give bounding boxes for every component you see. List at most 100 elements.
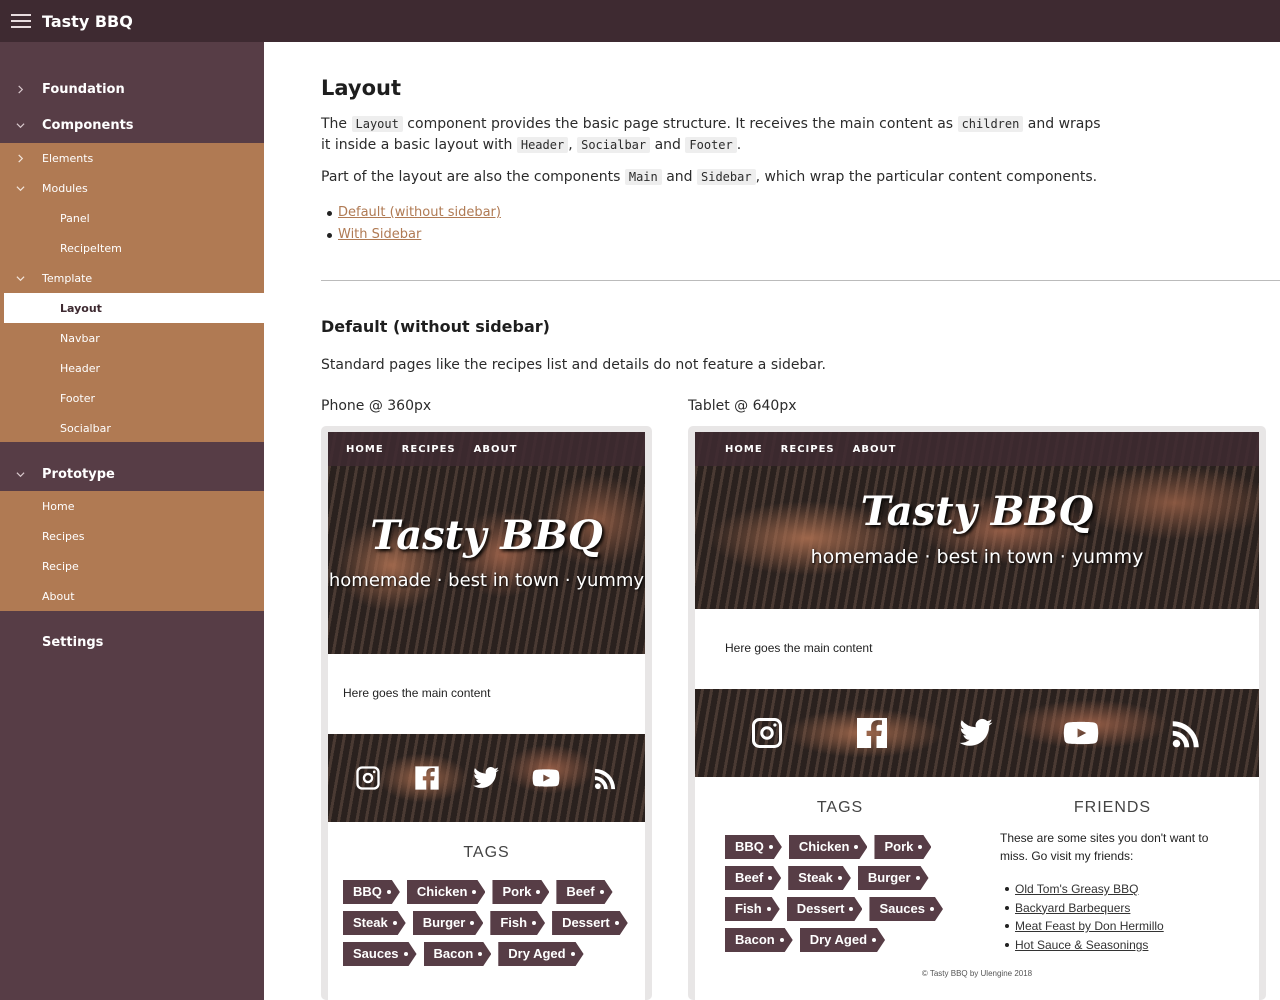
tag-bacon[interactable]: Bacon <box>725 928 793 952</box>
divider <box>321 280 1280 281</box>
tag-bbq[interactable]: BBQ <box>343 880 400 904</box>
phone-label: Phone @ 360px <box>321 398 432 414</box>
prototype-submenu: Home Recipes Recipe About <box>0 491 264 611</box>
twitter-icon[interactable] <box>472 764 500 792</box>
sidebar-item-footer[interactable]: Footer <box>0 383 264 413</box>
brand-tagline: homemade · best in town · yummy <box>328 570 645 591</box>
intro-paragraph-2: Part of the layout are also the componen… <box>321 169 1098 185</box>
sidebar-item-navbar[interactable]: Navbar <box>0 323 264 353</box>
youtube-icon[interactable] <box>1062 715 1100 751</box>
intro-paragraph: The Layout component provides the basic … <box>321 116 1101 153</box>
facebook-icon[interactable] <box>413 764 441 792</box>
tag-chicken[interactable]: Chicken <box>407 880 486 904</box>
tag-burger[interactable]: Burger <box>858 866 929 890</box>
sidebar-item-settings[interactable]: Settings <box>0 624 264 660</box>
list-item: Default (without sidebar) <box>327 202 501 224</box>
sidebar-item-label: RecipeItem <box>60 241 122 255</box>
sidebar-item-foundation[interactable]: Foundation <box>0 71 264 107</box>
tag-sauces[interactable]: Sauces <box>869 897 943 921</box>
tag-fish[interactable]: Fish <box>725 897 780 921</box>
components-submenu: Elements Modules Panel RecipeItem Templa… <box>0 143 264 442</box>
sidebar-item-panel[interactable]: Panel <box>0 203 264 233</box>
sidebar-item-modules[interactable]: Modules <box>0 173 264 203</box>
tablet-screen: HOME RECIPES ABOUT Tasty BBQ homemade · … <box>695 432 1259 1000</box>
sidebar-item-recipes[interactable]: Recipes <box>0 521 264 551</box>
app-title[interactable]: Tasty BBQ <box>42 12 133 31</box>
tablet-tags: BBQ Chicken Pork Beef Steak Burger Fish … <box>725 835 955 959</box>
sidebar-item-recipe[interactable]: Recipe <box>0 551 264 581</box>
tag-steak[interactable]: Steak <box>788 866 851 890</box>
nav-home[interactable]: HOME <box>346 444 384 455</box>
sidebar-item-recipeitem[interactable]: RecipeItem <box>0 233 264 263</box>
nav-about[interactable]: ABOUT <box>474 444 518 455</box>
link-default-without-sidebar[interactable]: Default (without sidebar) <box>338 202 501 224</box>
rss-icon[interactable] <box>592 764 620 792</box>
anchor-links: Default (without sidebar) With Sidebar <box>327 202 501 246</box>
code-layout: Layout <box>351 116 403 132</box>
sidebar-item-layout[interactable]: Layout <box>0 293 264 323</box>
tag-pork[interactable]: Pork <box>492 880 549 904</box>
sidebar-item-label: Settings <box>42 634 104 650</box>
code-sidebar: Sidebar <box>697 169 756 185</box>
friend-link-hot-sauce[interactable]: Hot Sauce & Seasonings <box>1015 936 1148 955</box>
section-title: Default (without sidebar) <box>321 317 550 336</box>
main-content: Layout The Layout component provides the… <box>321 42 1280 1000</box>
tag-dry-aged[interactable]: Dry Aged <box>800 928 885 952</box>
tablet-navbar: HOME RECIPES ABOUT <box>695 432 1259 466</box>
sidebar-item-elements[interactable]: Elements <box>0 143 264 173</box>
tag-fish[interactable]: Fish <box>490 911 545 935</box>
sidebar-item-about[interactable]: About <box>0 581 264 611</box>
chevron-down-icon <box>14 272 26 284</box>
hamburger-menu-icon[interactable] <box>11 14 31 28</box>
tag-bbq[interactable]: BBQ <box>725 835 782 859</box>
tags-title: TAGS <box>816 799 864 816</box>
brand-tagline: homemade · best in town · yummy <box>810 546 1144 568</box>
rss-icon[interactable] <box>1169 715 1205 751</box>
tag-bacon[interactable]: Bacon <box>424 942 492 966</box>
instagram-icon[interactable] <box>354 764 382 792</box>
sidebar-item-components[interactable]: Components <box>0 107 264 143</box>
sidebar-item-label: Prototype <box>42 466 115 482</box>
friend-link-old-toms[interactable]: Old Tom's Greasy BBQ <box>1015 880 1138 899</box>
nav-about[interactable]: ABOUT <box>853 444 897 455</box>
sidebar-item-socialbar[interactable]: Socialbar <box>0 413 264 443</box>
list-item: Old Tom's Greasy BBQ <box>1005 880 1164 899</box>
sidebar-item-label: Recipes <box>42 529 85 543</box>
chevron-down-icon <box>14 119 26 131</box>
tag-pork[interactable]: Pork <box>874 835 931 859</box>
list-item: Backyard Barbequers <box>1005 899 1164 918</box>
sidebar-item-header[interactable]: Header <box>0 353 264 383</box>
tag-dry-aged[interactable]: Dry Aged <box>498 942 583 966</box>
code-header: Header <box>516 137 569 153</box>
tag-dessert[interactable]: Dessert <box>787 897 863 921</box>
sidebar-item-label: Panel <box>60 211 90 225</box>
sidebar-item-label: About <box>42 589 75 603</box>
tag-chicken[interactable]: Chicken <box>789 835 868 859</box>
nav-home[interactable]: HOME <box>725 444 763 455</box>
tag-steak[interactable]: Steak <box>343 911 406 935</box>
nav-recipes[interactable]: RECIPES <box>402 444 456 455</box>
tag-beef[interactable]: Beef <box>556 880 612 904</box>
sidebar-item-label: Home <box>42 499 75 513</box>
sidebar-item-template[interactable]: Template <box>0 263 264 293</box>
sidebar-item-prototype[interactable]: Prototype <box>0 456 264 492</box>
friend-link-backyard[interactable]: Backyard Barbequers <box>1015 899 1130 918</box>
nav-recipes[interactable]: RECIPES <box>781 444 835 455</box>
tag-beef[interactable]: Beef <box>725 866 781 890</box>
tag-burger[interactable]: Burger <box>413 911 484 935</box>
tags-title: TAGS <box>463 844 510 861</box>
instagram-icon[interactable] <box>749 715 785 751</box>
friends-title: FRIENDS <box>1073 799 1152 816</box>
facebook-icon[interactable] <box>854 715 890 751</box>
sidebar-item-label: Header <box>60 361 101 375</box>
chevron-right-icon <box>14 152 26 164</box>
sidebar-item-label: Footer <box>60 391 95 405</box>
link-with-sidebar[interactable]: With Sidebar <box>338 224 421 246</box>
youtube-icon[interactable] <box>531 764 561 792</box>
section-description: Standard pages like the recipes list and… <box>321 357 826 373</box>
sidebar-item-home[interactable]: Home <box>0 491 264 521</box>
tag-dessert[interactable]: Dessert <box>552 911 628 935</box>
twitter-icon[interactable] <box>958 715 994 751</box>
tag-sauces[interactable]: Sauces <box>343 942 417 966</box>
friend-link-meat-feast[interactable]: Meat Feast by Don Hermillo <box>1015 917 1164 936</box>
